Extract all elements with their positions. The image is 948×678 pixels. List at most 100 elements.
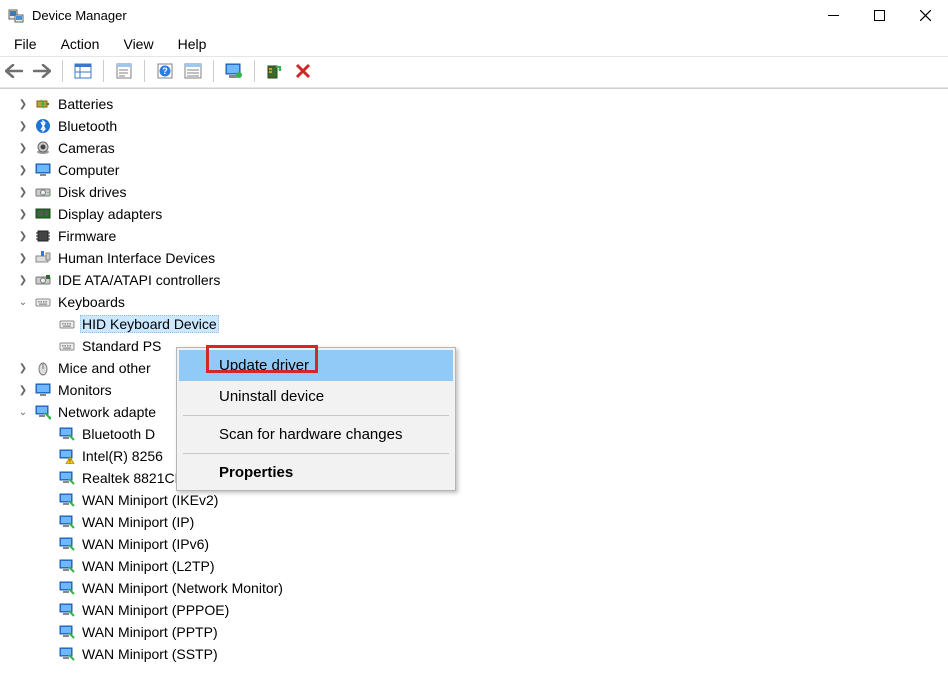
- tree-label: Network adapte: [56, 403, 158, 421]
- network-adapter-icon: [34, 403, 52, 421]
- context-menu-separator: [183, 453, 449, 454]
- tree-item-wan-ip[interactable]: ·WAN Miniport (IP): [40, 511, 948, 533]
- tree-item-ide[interactable]: ❯ IDE ATA/ATAPI controllers: [16, 269, 948, 291]
- toolbar-detail-view-button[interactable]: [181, 59, 205, 83]
- maximize-button[interactable]: [856, 0, 902, 32]
- expand-icon[interactable]: ❯: [16, 209, 30, 220]
- expand-icon[interactable]: ❯: [16, 121, 30, 132]
- disk-icon: [34, 183, 52, 201]
- toolbar-uninstall-button[interactable]: [291, 59, 315, 83]
- tree-item-wan-nm[interactable]: ·WAN Miniport (Network Monitor): [40, 577, 948, 599]
- tree-item-cameras[interactable]: ❯ Cameras: [16, 137, 948, 159]
- tree-item-display-adapters[interactable]: ❯ Display adapters: [16, 203, 948, 225]
- toolbar-separator: [103, 60, 104, 82]
- expand-icon[interactable]: ❯: [16, 165, 30, 176]
- tree-item-computer[interactable]: ❯ Computer: [16, 159, 948, 181]
- network-adapter-icon: [58, 513, 76, 531]
- tree-item-wan-l2tp[interactable]: ·WAN Miniport (L2TP): [40, 555, 948, 577]
- titlebar: Device Manager: [0, 0, 948, 32]
- tree-label: Disk drives: [56, 183, 128, 201]
- tree-item-firmware[interactable]: ❯ Firmware: [16, 225, 948, 247]
- context-menu-update-driver[interactable]: Update driver: [179, 350, 453, 381]
- tree-label: Cameras: [56, 139, 117, 157]
- toolbar-separator: [213, 60, 214, 82]
- toolbar-scan-button[interactable]: [222, 59, 246, 83]
- tree-item-network-adapters[interactable]: ⌄ Network adapte: [16, 401, 948, 423]
- network-adapter-icon: [58, 645, 76, 663]
- context-menu-separator: [183, 415, 449, 416]
- network-adapter-icon: [58, 469, 76, 487]
- tree-item-wan-pptp[interactable]: ·WAN Miniport (PPTP): [40, 621, 948, 643]
- tree-item-hid[interactable]: ❯ Human Interface Devices: [16, 247, 948, 269]
- tree-label: Intel(R) 8256: [80, 447, 165, 465]
- window-controls: [810, 0, 948, 32]
- menu-help[interactable]: Help: [168, 34, 217, 54]
- network-adapter-icon: [58, 491, 76, 509]
- expand-icon[interactable]: ❯: [16, 99, 30, 110]
- tree-item-wan-sstp[interactable]: ·WAN Miniport (SSTP): [40, 643, 948, 665]
- no-toggle: ·: [40, 319, 54, 330]
- monitor-icon: [34, 381, 52, 399]
- toolbar-properties-button[interactable]: [112, 59, 136, 83]
- svg-text:?: ?: [162, 66, 168, 76]
- toolbar-add-legacy-button[interactable]: [263, 59, 287, 83]
- hid-icon: [34, 249, 52, 267]
- bluetooth-icon: [34, 117, 52, 135]
- toolbar-separator: [144, 60, 145, 82]
- battery-icon: [34, 95, 52, 113]
- toolbar-back-button[interactable]: [2, 59, 26, 83]
- tree-item-monitors[interactable]: ❯ Monitors: [16, 379, 948, 401]
- display-adapter-icon: [34, 205, 52, 223]
- keyboard-icon: [34, 293, 52, 311]
- tree-item-keyboards[interactable]: ⌄ Keyboards: [16, 291, 948, 313]
- toolbar-show-hidden-button[interactable]: [71, 59, 95, 83]
- context-menu-properties[interactable]: Properties: [179, 457, 453, 488]
- tree-item-hid-keyboard[interactable]: · HID Keyboard Device: [40, 313, 948, 335]
- toolbar-help-button[interactable]: ?: [153, 59, 177, 83]
- menubar: File Action View Help: [0, 32, 948, 56]
- minimize-button[interactable]: [810, 0, 856, 32]
- device-tree[interactable]: ❯ Batteries ❯ Bluetooth ❯ Cameras ❯: [0, 88, 948, 674]
- expand-icon[interactable]: ❯: [16, 363, 30, 374]
- context-menu-uninstall-device[interactable]: Uninstall device: [179, 381, 453, 412]
- network-adapter-icon: [58, 535, 76, 553]
- tree-label: IDE ATA/ATAPI controllers: [56, 271, 222, 289]
- tree-item-wan-pppoe[interactable]: ·WAN Miniport (PPPOE): [40, 599, 948, 621]
- tree-label: Display adapters: [56, 205, 164, 223]
- menu-file[interactable]: File: [4, 34, 47, 54]
- menu-view[interactable]: View: [113, 34, 163, 54]
- tree-item-bluetooth[interactable]: ❯ Bluetooth: [16, 115, 948, 137]
- toolbar-separator: [62, 60, 63, 82]
- network-adapter-icon: [58, 425, 76, 443]
- tree-label: WAN Miniport (PPPOE): [80, 601, 231, 619]
- expand-icon[interactable]: ❯: [16, 231, 30, 242]
- collapse-icon[interactable]: ⌄: [16, 297, 30, 308]
- tree-label: WAN Miniport (L2TP): [80, 557, 217, 575]
- expand-icon[interactable]: ❯: [16, 187, 30, 198]
- tree-label: Mice and other: [56, 359, 153, 377]
- toolbar-forward-button[interactable]: [30, 59, 54, 83]
- context-menu: Update driver Uninstall device Scan for …: [176, 347, 456, 491]
- menu-action[interactable]: Action: [51, 34, 110, 54]
- tree-item-wan-ipv6[interactable]: ·WAN Miniport (IPv6): [40, 533, 948, 555]
- network-adapter-icon: [58, 579, 76, 597]
- tree-item-batteries[interactable]: ❯ Batteries: [16, 93, 948, 115]
- collapse-icon[interactable]: ⌄: [16, 407, 30, 418]
- expand-icon[interactable]: ❯: [16, 275, 30, 286]
- close-button[interactable]: [902, 0, 948, 32]
- toolbar: ?: [0, 56, 948, 88]
- tree-label: Monitors: [56, 381, 114, 399]
- tree-label: Computer: [56, 161, 121, 179]
- network-adapter-icon: [58, 601, 76, 619]
- context-menu-scan-hardware[interactable]: Scan for hardware changes: [179, 419, 453, 450]
- expand-icon[interactable]: ❯: [16, 143, 30, 154]
- toolbar-separator: [254, 60, 255, 82]
- expand-icon[interactable]: ❯: [16, 385, 30, 396]
- tree-label: WAN Miniport (IP): [80, 513, 196, 531]
- network-adapter-warning-icon: !: [58, 447, 76, 465]
- tree-item-disk-drives[interactable]: ❯ Disk drives: [16, 181, 948, 203]
- tree-item-wan-ikev2[interactable]: ·WAN Miniport (IKEv2): [40, 489, 948, 511]
- tree-item-mice[interactable]: ❯ Mice and other: [16, 357, 948, 379]
- tree-label: Batteries: [56, 95, 115, 113]
- expand-icon[interactable]: ❯: [16, 253, 30, 264]
